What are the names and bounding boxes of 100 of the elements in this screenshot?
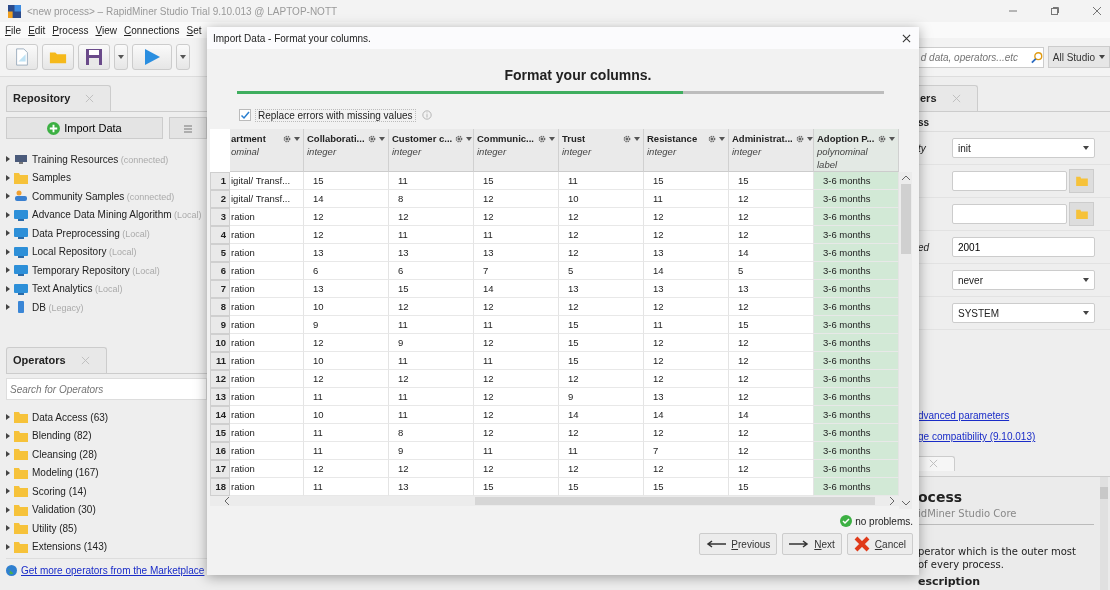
operator-group[interactable]: Cleansing (28) [32,448,98,460]
menu-item[interactable]: View [95,24,117,36]
import-data-button[interactable]: Import Data [6,117,163,139]
repository-item[interactable]: Text Analytics (Local) [32,283,123,295]
table-cell: 15 [559,334,644,352]
table-cell: ration [230,280,304,298]
operator-group[interactable]: Extensions (143) [32,541,108,553]
table-cell: 10 [559,190,644,208]
table-cell: 13 [644,280,729,298]
operator-group[interactable]: Blending (82) [32,430,92,442]
table-cell: 12 [559,424,644,442]
table-cell: 11 [389,226,474,244]
column-name: Trust [562,133,587,144]
table-cell: 6 [389,262,474,280]
menu-item[interactable]: Connections [124,24,180,36]
text-field[interactable]: 2001 [952,237,1095,257]
table-cell: 12 [304,208,389,226]
repository-item[interactable]: Data Preprocessing (Local) [32,227,150,239]
table-cell: 11 [559,442,644,460]
operator-group[interactable]: Modeling (167) [32,467,99,479]
table-cell: 12 [304,460,389,478]
cancel-button[interactable]: Cancel [846,533,913,555]
table-cell: 9 [559,388,644,406]
table-cell: 11 [389,406,474,424]
table-cell: 7 [644,442,729,460]
dropdown[interactable]: init [952,138,1095,158]
table-cell: ration [230,226,304,244]
next-button[interactable]: Next [782,533,842,555]
operator-group[interactable]: Validation (30) [32,504,96,516]
table-cell: 12 [644,424,729,442]
dropdown[interactable]: SYSTEM [952,303,1095,323]
checkbox-label[interactable]: Replace errors with missing values [255,108,416,122]
operator-group[interactable]: Utility (85) [32,522,77,534]
column-header[interactable]: Customer c... integer [389,129,474,172]
previous-button[interactable]: Previous [699,533,778,555]
repository-item[interactable]: Training Resources (connected) [32,153,169,165]
marketplace-link[interactable]: Get more operators from the Marketplace [21,565,205,576]
row-number: 2 [210,190,230,208]
table-cell: 3-6 months [814,172,899,190]
repository-item[interactable]: Advance Data Mining Algorithm (Local) [32,209,202,221]
row-number: 4 [210,226,230,244]
table-cell: 11 [304,388,389,406]
global-search-field[interactable]: d data, operators...etc [917,46,1044,68]
help-title: ocess [918,489,964,505]
column-header[interactable]: Adoption P... polynominal label [814,129,899,172]
repository-item[interactable]: DB (Legacy) [32,301,84,313]
repository-item[interactable]: Temporary Repository (Local) [32,264,160,276]
operator-group[interactable]: Data Access (63) [32,411,109,423]
menu-item[interactable]: Process [52,24,89,36]
table-cell: 3-6 months [814,190,899,208]
parameter-link[interactable]: dvanced parameters [918,410,1110,421]
table-cell: 3-6 months [814,424,899,442]
table-cell: 3-6 months [814,262,899,280]
column-header[interactable]: Trust integer [559,129,644,172]
column-header[interactable]: Communic... integer [474,129,559,172]
table-cell: 3-6 months [814,388,899,406]
menu-item[interactable]: Set [186,24,202,36]
operator-search-field[interactable]: Search for Operators [6,378,207,400]
table-cell: 11 [304,424,389,442]
table-cell: 11 [389,172,474,190]
operators-tab[interactable]: Operators [6,347,107,373]
repository-tab[interactable]: Repository [6,85,112,111]
operator-group[interactable]: Scoring (14) [32,485,87,497]
dropdown[interactable]: never [952,270,1095,290]
table-cell: 12 [559,208,644,226]
table-cell: 12 [559,244,644,262]
column-header[interactable]: Collaborati... integer [304,129,389,172]
repository-item[interactable]: Community Samples (connected) [32,190,175,202]
table-cell: 12 [474,208,559,226]
repository-item[interactable]: Local Repository (Local) [32,246,137,258]
column-type: integer [392,146,423,157]
row-number: 16 [210,442,230,460]
table-cell: 12 [389,298,474,316]
column-header[interactable]: Administrat... integer [729,129,814,172]
table-cell: 15 [474,172,559,190]
table-cell: 3-6 months [814,478,899,496]
table-cell: 5 [559,262,644,280]
repository-item[interactable]: Samples [32,172,71,184]
scope-dropdown[interactable]: All Studio [1047,46,1110,68]
column-header[interactable]: artment ominal [230,129,304,172]
table-cell: ration [230,370,304,388]
table-cell: 3-6 months [814,316,899,334]
table-cell: 12 [474,406,559,424]
column-header[interactable]: Resistance integer [644,129,729,172]
table-cell: 14 [474,280,559,298]
table-cell: 15 [304,172,389,190]
table-cell: 3-6 months [814,244,899,262]
menu-item[interactable]: File [5,24,22,36]
menu-item[interactable]: Edit [28,24,46,36]
table-cell: 12 [389,460,474,478]
parameters-tab[interactable]: ers [918,85,978,111]
table-cell: 12 [304,226,389,244]
table-cell: 10 [304,298,389,316]
help-text: perator which is the outer most [918,545,1077,558]
column-name: Communic... [477,133,535,144]
table-cell: 8 [389,190,474,208]
column-type: integer [732,146,763,157]
table-cell: ration [230,316,304,334]
search-input[interactable]: d data, operators...etc [918,51,1027,63]
table-cell: 13 [474,244,559,262]
